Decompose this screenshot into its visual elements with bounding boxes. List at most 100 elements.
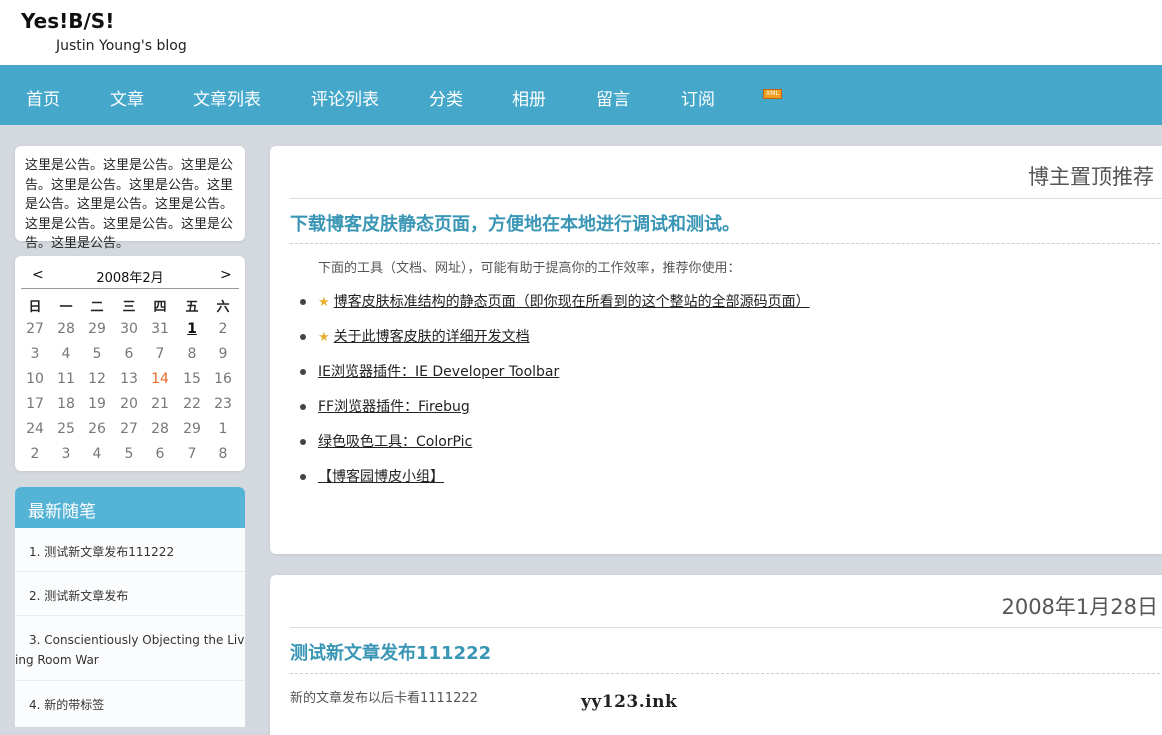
calendar-day[interactable]: 23 (210, 396, 236, 412)
nav-item-subscribe[interactable]: 订阅 (681, 85, 715, 110)
bullet (300, 439, 306, 445)
recent-post-link[interactable]: 4. 新的带标签 (29, 696, 104, 713)
calendar-day[interactable]: 7 (147, 346, 173, 362)
calendar-day[interactable]: 10 (22, 371, 48, 387)
calendar-day[interactable]: 2 (210, 321, 236, 337)
post-date-divider (290, 627, 1162, 628)
recent-post-link[interactable]: 2. 测试新文章发布 (29, 587, 128, 604)
calendar-day[interactable]: 27 (22, 321, 48, 337)
calendar-day[interactable]: 6 (147, 446, 173, 462)
recent-posts-title: 最新随笔 (28, 502, 96, 522)
recent-post-link[interactable]: 1. 测试新文章发布111222 (29, 543, 174, 560)
nav-item-album[interactable]: 相册 (512, 85, 546, 110)
calendar-day[interactable]: 8 (179, 346, 205, 362)
calendar-day[interactable]: 26 (84, 421, 110, 437)
calendar-day[interactable]: 11 (53, 371, 79, 387)
site-subtitle: Justin Young's blog (56, 38, 187, 54)
nav-item-home[interactable]: 首页 (26, 85, 60, 110)
pinned-link-item: 绿色吸色工具：ColorPic (300, 431, 472, 451)
calendar-day[interactable]: 22 (179, 396, 205, 412)
recent-post-item[interactable]: 3. Conscientiously Objecting the Living … (15, 616, 245, 681)
pinned-link-item: 【博客园博皮小组】 (300, 466, 444, 486)
recent-post-item[interactable]: 1. 测试新文章发布111222 (15, 528, 245, 572)
calendar-day[interactable]: 20 (116, 396, 142, 412)
calendar-day[interactable]: 16 (210, 371, 236, 387)
calendar-divider (21, 288, 239, 289)
calendar-day[interactable]: 15 (179, 371, 205, 387)
pinned-link-item: FF浏览器插件：Firebug (300, 396, 470, 416)
bullet (300, 369, 306, 375)
calendar-day[interactable]: 28 (53, 321, 79, 337)
nav-item-article-list[interactable]: 文章列表 (193, 85, 261, 110)
calendar-day[interactable]: 31 (147, 321, 173, 337)
calendar-weekday: 日 (28, 300, 42, 315)
calendar-day[interactable]: 29 (84, 321, 110, 337)
pinned-title-divider (290, 243, 1162, 244)
calendar-day[interactable]: 17 (22, 396, 48, 412)
nav-item-comment-list[interactable]: 评论列表 (311, 85, 379, 110)
bullet (300, 299, 306, 305)
calendar-day[interactable]: 29 (179, 421, 205, 437)
calendar-day[interactable]: 5 (84, 346, 110, 362)
recent-post-item[interactable]: 2. 测试新文章发布 (15, 572, 245, 616)
pinned-link-item: ★ 博客皮肤标准结构的静态页面（即你现在所看到的这个整站的全部源码页面） (300, 291, 810, 311)
calendar-weekday: 三 (122, 300, 136, 315)
calendar-day[interactable]: 7 (179, 446, 205, 462)
calendar-day[interactable]: 21 (147, 396, 173, 412)
calendar-day[interactable]: 4 (84, 446, 110, 462)
calendar-day[interactable]: 1 (179, 321, 205, 337)
calendar-weekday: 五 (185, 300, 199, 315)
post-entry: 2008年1月28日 测试新文章发布111222 新的文章发布以后卡看11112… (270, 575, 1162, 735)
calendar-day[interactable]: 9 (210, 346, 236, 362)
bullet (300, 474, 306, 480)
pinned-link[interactable]: 关于此博客皮肤的详细开发文档 (334, 329, 530, 345)
calendar-day[interactable]: 24 (22, 421, 48, 437)
calendar-day[interactable]: 12 (84, 371, 110, 387)
pinned-link[interactable]: 博客皮肤标准结构的静态页面（即你现在所看到的这个整站的全部源码页面） (334, 294, 810, 310)
main-nav: 首页 文章 文章列表 评论列表 分类 相册 留言 订阅 (0, 65, 1162, 125)
pinned-link-item: IE浏览器插件：IE Developer Toolbar (300, 361, 559, 381)
pinned-link[interactable]: FF浏览器插件：Firebug (318, 399, 470, 415)
calendar-day[interactable]: 5 (116, 446, 142, 462)
post-title-divider (290, 673, 1162, 674)
site-title[interactable]: Yes!B/S! (21, 9, 114, 33)
calendar-day[interactable]: 14 (147, 371, 173, 387)
calendar-day[interactable]: 13 (116, 371, 142, 387)
calendar: 2008年2月 < > 日一二三四五六 27 28 29 30 31 1 2 3 4 5 6 7 8 9 10… (15, 256, 245, 471)
calendar-day[interactable]: 18 (53, 396, 79, 412)
calendar-weekday: 六 (216, 300, 230, 315)
calendar-day[interactable]: 6 (116, 346, 142, 362)
calendar-day[interactable]: 25 (53, 421, 79, 437)
nav-item-guestbook[interactable]: 留言 (596, 85, 630, 110)
calendar-day[interactable]: 28 (147, 421, 173, 437)
rss-icon[interactable]: XML (763, 89, 782, 99)
pinned-link[interactable]: 绿色吸色工具：ColorPic (318, 434, 472, 450)
calendar-day[interactable]: 27 (116, 421, 142, 437)
calendar-day[interactable]: 4 (53, 346, 79, 362)
calendar-day[interactable]: 3 (22, 346, 48, 362)
calendar-day[interactable]: 8 (210, 446, 236, 462)
calendar-weekday: 四 (153, 300, 167, 315)
calendar-prev-button[interactable]: < (32, 267, 44, 283)
nav-item-articles[interactable]: 文章 (110, 85, 144, 110)
calendar-day[interactable]: 3 (53, 446, 79, 462)
notice-text: 这里是公告。这里是公告。这里是公告。这里是公告。这里是公告。这里是公告。这里是公… (25, 158, 234, 251)
calendar-day[interactable]: 2 (22, 446, 48, 462)
calendar-day[interactable]: 30 (116, 321, 142, 337)
calendar-next-button[interactable]: > (220, 267, 232, 283)
pinned-link[interactable]: 【博客园博皮小组】 (318, 469, 444, 485)
pinned-link[interactable]: IE浏览器插件：IE Developer Toolbar (318, 364, 559, 380)
calendar-day[interactable]: 19 (84, 396, 110, 412)
watermark: yy123.ink (581, 692, 678, 712)
recent-post-link[interactable]: 3. Conscientiously Objecting the Living … (15, 630, 245, 670)
pinned-intro: 下面的工具（文档、网址），可能有助于提高你的工作效率，推荐你使用： (318, 261, 741, 276)
nav-item-categories[interactable]: 分类 (429, 85, 463, 110)
calendar-month: 2008年2月 (96, 271, 164, 286)
recent-post-item[interactable]: 4. 新的带标签 (15, 681, 245, 724)
calendar-weekday: 一 (59, 300, 73, 315)
calendar-day[interactable]: 1 (210, 421, 236, 437)
pinned-section: 博主置顶推荐 下载博客皮肤静态页面，方便地在本地进行调试和测试。 下面的工具（文… (270, 146, 1162, 554)
post-title[interactable]: 测试新文章发布111222 (290, 639, 491, 665)
pinned-post-title[interactable]: 下载博客皮肤静态页面，方便地在本地进行调试和测试。 (290, 210, 740, 236)
star-icon: ★ (318, 295, 330, 310)
